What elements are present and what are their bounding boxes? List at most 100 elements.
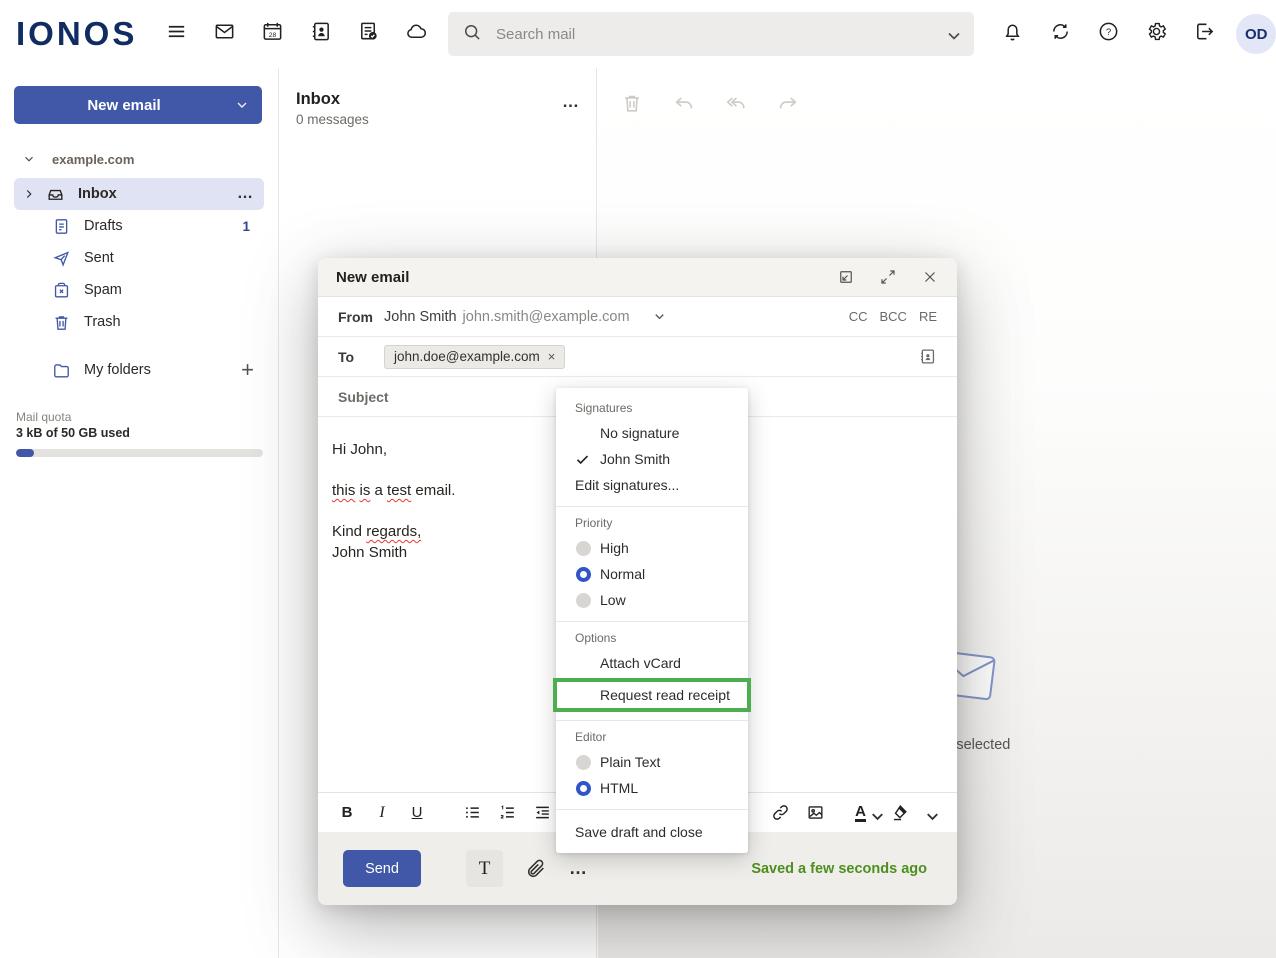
search-bar[interactable] (448, 12, 974, 56)
message-actions-toolbar (621, 92, 799, 119)
cloud-app-button[interactable] (392, 10, 440, 58)
drafts-count-badge: 1 (242, 219, 250, 234)
menu-item-no-signature[interactable]: No signature (556, 420, 748, 446)
logout-button[interactable] (1180, 10, 1228, 58)
send-button[interactable]: Send (343, 850, 421, 887)
notifications-button[interactable] (988, 10, 1036, 58)
insert-link-button[interactable] (767, 800, 793, 826)
from-chevron-icon[interactable] (652, 309, 667, 324)
new-email-button[interactable]: New email (14, 86, 262, 124)
calendar-app-button[interactable]: 28 (248, 10, 296, 58)
menu-item-priority-high[interactable]: High (556, 535, 748, 561)
menu-item-request-read-receipt[interactable]: Request read receipt (557, 682, 747, 708)
highlight-color-chevron-icon[interactable] (923, 807, 935, 819)
forward-icon[interactable] (777, 92, 799, 119)
attachment-button[interactable] (525, 858, 547, 880)
underline-button[interactable]: U (404, 800, 430, 826)
sidebar-item-spam[interactable]: Spam (14, 274, 264, 306)
sidebar-item-trash[interactable]: Trash (14, 306, 264, 338)
radio-off-icon (576, 755, 591, 770)
sidebar-item-sent[interactable]: Sent (14, 242, 264, 274)
search-input[interactable] (496, 26, 944, 43)
calendar-icon: 28 (261, 20, 284, 48)
ionos-logo[interactable]: IONOS (16, 15, 134, 53)
trash-icon (52, 313, 71, 332)
list-title: Inbox (296, 90, 578, 109)
sidebar-item-my-folders[interactable]: My folders + (14, 354, 264, 386)
radio-off-icon (576, 541, 591, 556)
reply-icon[interactable] (673, 92, 695, 119)
insert-image-button[interactable] (802, 800, 828, 826)
folder-icon (52, 361, 71, 380)
from-label: From (338, 309, 384, 325)
menu-section-header: Priority (556, 507, 748, 535)
remove-recipient-icon[interactable]: × (548, 349, 556, 364)
to-row[interactable]: To john.doe@example.com × (318, 337, 957, 377)
more-options-button[interactable]: … (569, 858, 589, 879)
hamburger-icon (165, 20, 188, 48)
svg-text:28: 28 (268, 32, 276, 39)
quota-bar (16, 449, 263, 457)
svg-text:?: ? (1106, 27, 1111, 38)
menu-section-header: Options (556, 622, 748, 650)
cc-toggle[interactable]: CC (849, 309, 868, 324)
top-bar: IONOS 28 (0, 0, 1276, 68)
italic-button[interactable]: I (369, 800, 395, 826)
menu-item-editor-plain-text[interactable]: Plain Text (556, 749, 748, 775)
user-avatar[interactable]: OD (1236, 14, 1276, 54)
help-button[interactable]: ? (1084, 10, 1132, 58)
contacts-app-button[interactable] (296, 10, 344, 58)
annotation-highlight-box: Request read receipt (553, 678, 751, 712)
help-icon: ? (1097, 20, 1120, 48)
hamburger-menu-button[interactable] (152, 10, 200, 58)
new-email-chevron-icon[interactable] (234, 97, 262, 113)
menu-item-signature-john-smith[interactable]: John Smith (556, 446, 748, 472)
mail-app-button[interactable] (200, 10, 248, 58)
cloud-icon (405, 20, 428, 48)
logout-icon (1193, 20, 1216, 48)
reply-all-icon[interactable] (725, 92, 747, 119)
folder-label: Trash (84, 314, 121, 330)
bullet-list-button[interactable] (459, 800, 485, 826)
tasks-icon (357, 20, 380, 48)
maximize-icon[interactable] (879, 268, 897, 286)
popout-icon[interactable] (837, 268, 855, 286)
font-color-button[interactable]: A (855, 804, 866, 822)
search-options-chevron-icon[interactable] (944, 26, 960, 42)
folder-sidebar: New email example.com Inbox … Drafts 1 S… (0, 68, 279, 958)
delete-message-icon[interactable] (621, 92, 643, 119)
recipient-chip[interactable]: john.doe@example.com × (384, 345, 565, 369)
account-row[interactable]: example.com (14, 148, 264, 170)
menu-item-editor-html[interactable]: HTML (556, 775, 748, 801)
menu-item-attach-vcard[interactable]: Attach vCard (556, 650, 748, 676)
re-toggle[interactable]: RE (919, 309, 937, 324)
bold-button[interactable]: B (334, 800, 360, 826)
menu-item-edit-signatures[interactable]: Edit signatures... (556, 472, 748, 498)
inbox-more-button[interactable]: … (237, 185, 254, 203)
chevron-right-icon[interactable] (22, 187, 36, 201)
address-book-icon[interactable] (918, 347, 937, 366)
bcc-toggle[interactable]: BCC (879, 309, 906, 324)
sidebar-item-drafts[interactable]: Drafts 1 (14, 210, 264, 242)
add-folder-button[interactable]: + (241, 357, 254, 383)
compose-title-bar[interactable]: New email (318, 258, 957, 297)
close-icon[interactable] (921, 268, 939, 286)
refresh-button[interactable] (1036, 10, 1084, 58)
tasks-app-button[interactable] (344, 10, 392, 58)
menu-section-header: Editor (556, 721, 748, 749)
autosave-status: Saved a few seconds ago (751, 861, 927, 877)
folder-label: Inbox (78, 186, 117, 202)
menu-item-priority-low[interactable]: Low (556, 587, 748, 613)
menu-item-save-draft-and-close[interactable]: Save draft and close (556, 819, 748, 845)
menu-item-priority-normal[interactable]: Normal (556, 561, 748, 587)
sidebar-item-inbox[interactable]: Inbox … (14, 178, 264, 210)
outdent-button[interactable] (529, 800, 555, 826)
numbered-list-button[interactable] (494, 800, 520, 826)
settings-button[interactable] (1132, 10, 1180, 58)
highlight-color-button[interactable] (886, 800, 912, 826)
account-name: example.com (52, 152, 134, 167)
plain-text-toggle-button[interactable]: T (466, 850, 503, 887)
bell-icon (1001, 20, 1024, 48)
list-more-button[interactable]: … (562, 92, 580, 112)
font-color-chevron-icon[interactable] (868, 807, 880, 819)
